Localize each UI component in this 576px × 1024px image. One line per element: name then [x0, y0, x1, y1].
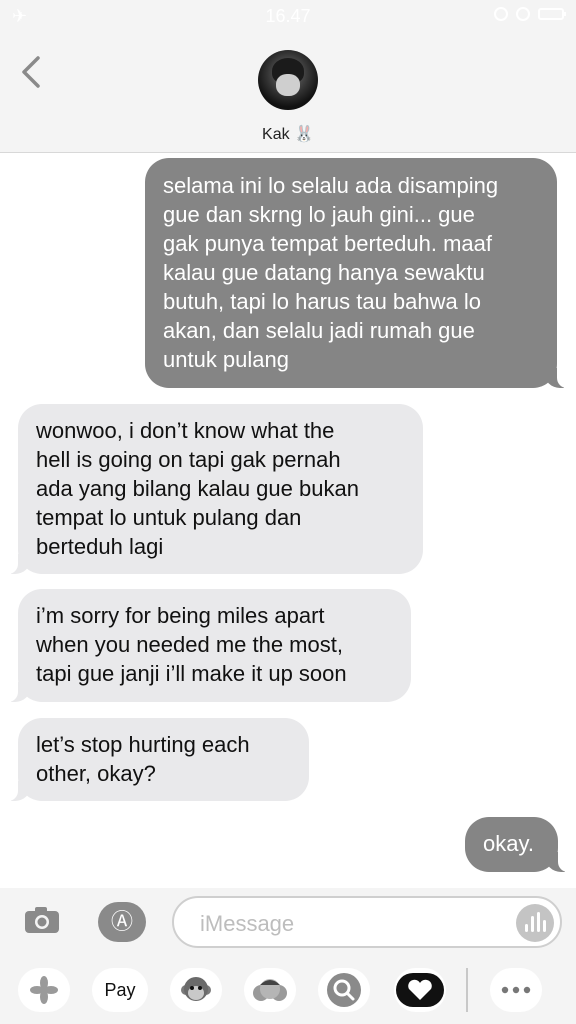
- bubble-tail: [5, 682, 31, 702]
- monkey-animoji-icon: [181, 977, 211, 1001]
- back-button[interactable]: [18, 52, 48, 92]
- image-search-icon: [327, 973, 361, 1007]
- message-bubble-incoming[interactable]: i’m sorry for being miles apart when you…: [5, 589, 411, 702]
- photos-app-button[interactable]: [18, 968, 70, 1012]
- audio-record-button[interactable]: [516, 904, 554, 942]
- message-bubble-incoming[interactable]: let’s stop hurting each other, okay?: [5, 718, 309, 801]
- more-dots-icon: [501, 986, 531, 994]
- battery-icon: [538, 8, 566, 20]
- message-line: i’m sorry for being miles apart: [36, 603, 325, 628]
- conversation-header: Kak 🐰: [0, 34, 576, 153]
- message-bubble-outgoing[interactable]: okay.: [465, 817, 571, 872]
- app-store-button[interactable]: Ⓐ: [98, 902, 146, 942]
- message-line: selama ini lo selalu ada disamping: [163, 173, 499, 198]
- app-store-icon: Ⓐ: [110, 909, 133, 934]
- message-line: okay.: [483, 831, 534, 856]
- message-line: when you needed me the most,: [36, 632, 343, 657]
- message-line: butuh, tapi lo harus tau bahwa lo: [163, 289, 482, 314]
- apple-pay-label: Pay: [104, 979, 136, 1000]
- message-line: gue dan skrng lo jauh gini... gue: [163, 202, 475, 227]
- message-line: wonwoo, i don’t know what the: [36, 418, 335, 443]
- camera-icon: [25, 907, 59, 933]
- message-line: hell is going on tapi gak pernah: [36, 447, 341, 472]
- compose-area: Ⓐ Pay: [0, 888, 576, 1024]
- message-line: akan, dan selalu jadi rumah gue: [163, 318, 475, 343]
- message-input[interactable]: [198, 910, 502, 938]
- message-line: ada yang bilang kalau gue bukan: [36, 476, 359, 501]
- message-line: let’s stop hurting each: [36, 732, 250, 757]
- more-apps-button[interactable]: [490, 968, 542, 1012]
- status-time: 16.47: [265, 6, 311, 26]
- photos-icon: [30, 976, 58, 1004]
- status-icons: [494, 7, 566, 21]
- message-line: other, okay?: [36, 761, 156, 786]
- message-line: tempat lo untuk pulang dan: [36, 505, 302, 530]
- bubble-tail: [5, 781, 31, 801]
- memoji-button[interactable]: [244, 968, 296, 1012]
- message-bubble-incoming[interactable]: wonwoo, i don’t know what the hell is go…: [5, 404, 423, 574]
- message-line: berteduh lagi: [36, 534, 164, 559]
- waveform-icon: [525, 924, 528, 932]
- bubble-tail: [5, 554, 31, 574]
- bubble-tail: [544, 368, 570, 388]
- alarm-icon: [516, 7, 530, 21]
- app-drawer-divider: [466, 968, 468, 1012]
- imessage-field[interactable]: [172, 896, 562, 948]
- status-bar: ✈ 16.47: [0, 0, 576, 34]
- image-search-button[interactable]: [318, 968, 370, 1012]
- contact-avatar[interactable]: [258, 50, 318, 110]
- message-line: tapi gue janji i’ll make it up soon: [36, 661, 347, 686]
- memoji-stickers-icon: [253, 979, 287, 1001]
- message-line: kalau gue datang hanya sewaktu: [163, 260, 485, 285]
- apple-pay-button[interactable]: Pay: [92, 968, 148, 1012]
- app-drawer: Pay: [0, 968, 576, 1020]
- chevron-left-icon: [22, 56, 40, 88]
- message-bubble-outgoing[interactable]: selama ini lo selalu ada disamping gue d…: [145, 158, 570, 388]
- animoji-button[interactable]: [170, 968, 222, 1012]
- digital-touch-heart-icon: [396, 973, 444, 1007]
- message-line: untuk pulang: [163, 347, 289, 372]
- bubble-tail: [545, 852, 571, 872]
- contact-name[interactable]: Kak 🐰: [0, 124, 576, 144]
- camera-button[interactable]: [24, 906, 60, 934]
- message-line: gak punya tempat berteduh. maaf: [163, 231, 492, 256]
- digital-touch-button[interactable]: [394, 968, 446, 1012]
- rotation-lock-icon: [494, 7, 508, 21]
